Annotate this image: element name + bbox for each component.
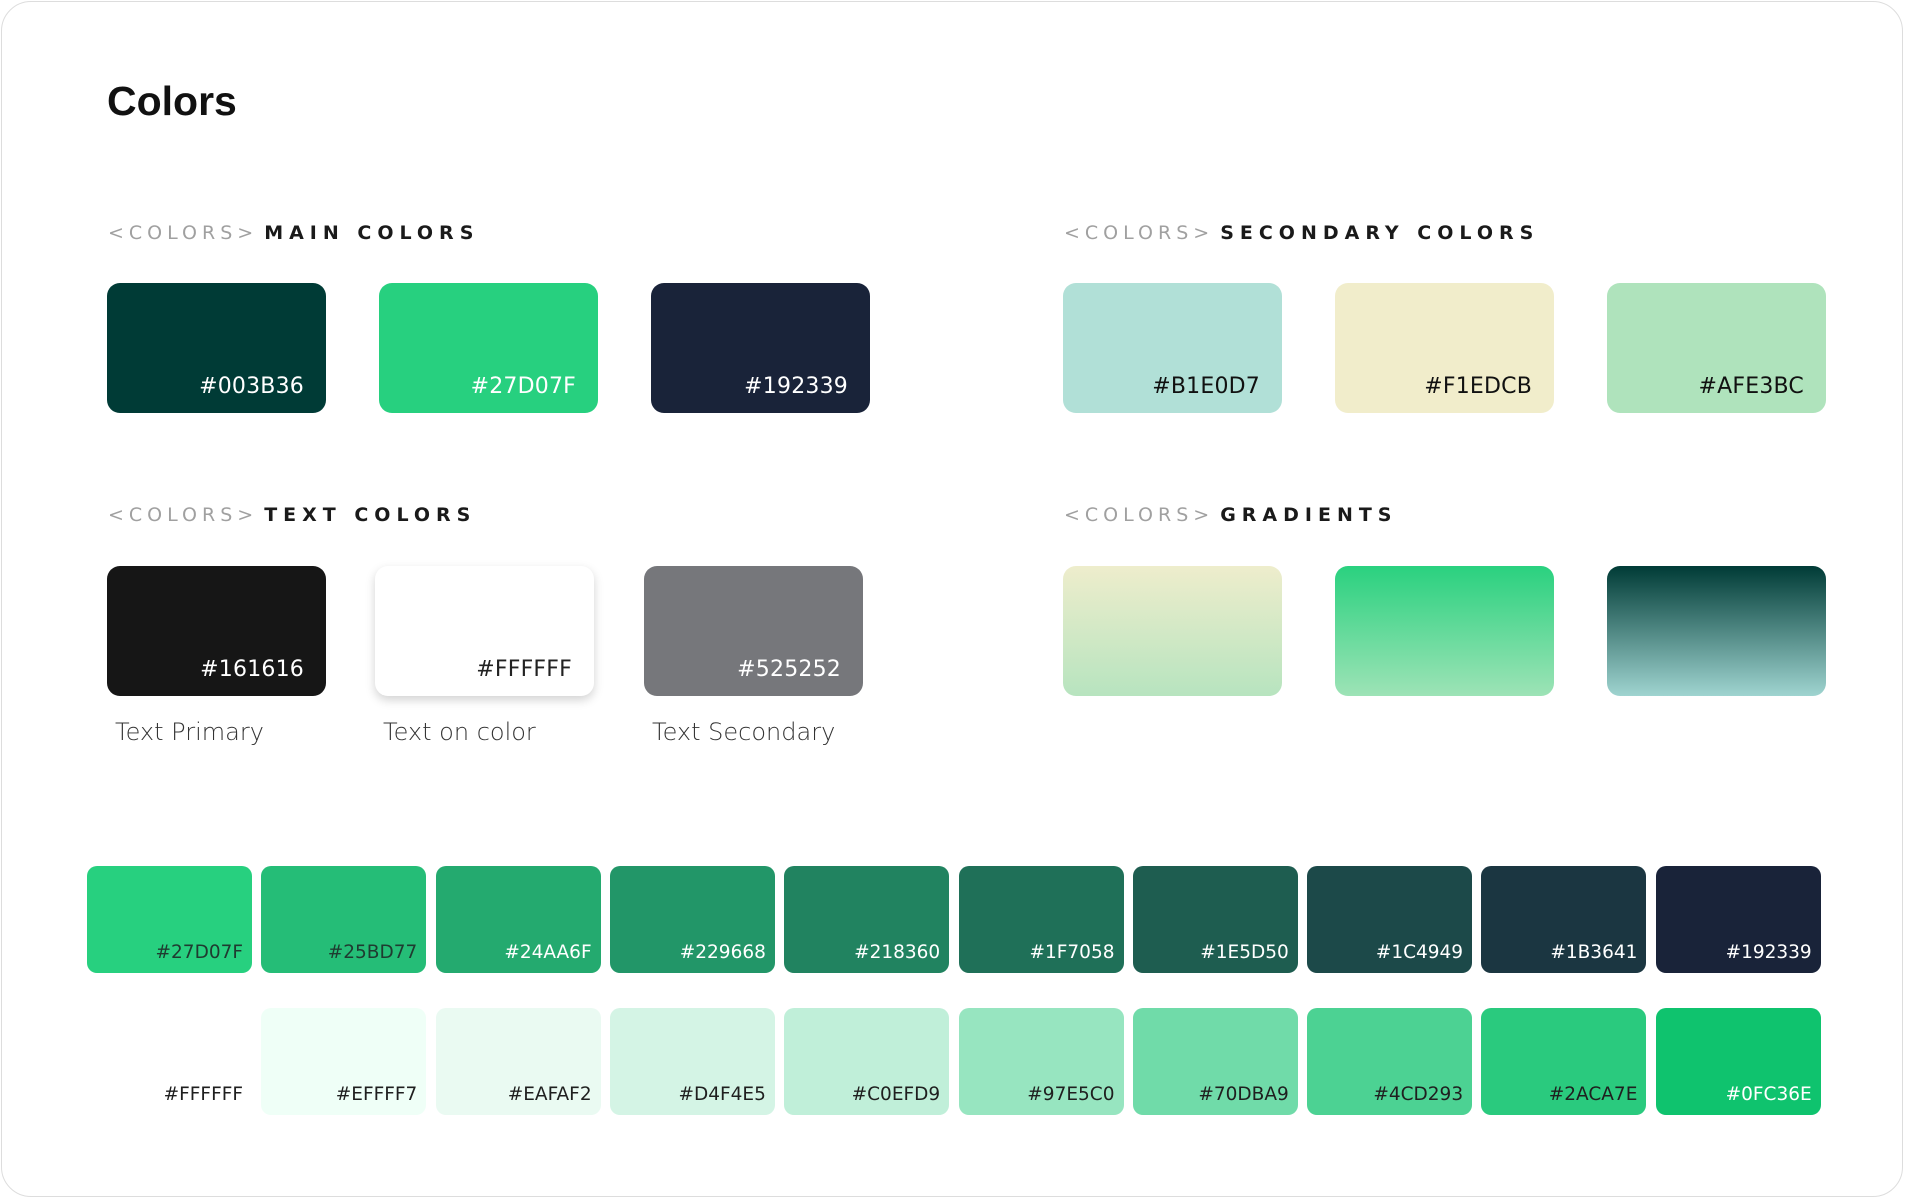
main-colors-prefix: <COLORS> [108, 222, 259, 244]
palette-hex: #D4F4E5 [678, 1084, 766, 1105]
swatch-hex: #003B36 [199, 374, 304, 399]
palette-hex: #1C4949 [1375, 942, 1464, 963]
swatch-hex: #FFFFFF [476, 657, 572, 682]
palette-tile[interactable]: #25BD77 [261, 866, 427, 973]
palette-tile[interactable]: #1E5D50 [1132, 866, 1298, 973]
text-color-swatch[interactable]: #161616 [107, 566, 326, 696]
main-colors-heading: <COLORS> MAIN COLORS [108, 218, 479, 248]
palette-tile[interactable]: #229668 [609, 866, 775, 973]
palette-hex: #218360 [854, 942, 941, 963]
palette-hex: #2ACA7E [1548, 1084, 1638, 1105]
gradients-heading: <COLORS> GRADIENTS [1064, 500, 1397, 530]
swatch-hex: #B1E0D7 [1152, 374, 1260, 399]
gradient-swatch[interactable] [1607, 566, 1826, 696]
swatch-hex: #27D07F [470, 374, 576, 399]
palette-tile[interactable]: #218360 [784, 866, 950, 973]
text-colors-prefix: <COLORS> [108, 504, 259, 526]
main-colors-title: MAIN COLORS [264, 222, 480, 244]
palette-hex: #1E5D50 [1200, 942, 1289, 963]
text-colors-heading: <COLORS> TEXT COLORS [108, 500, 476, 530]
palette-tile[interactable]: #2ACA7E [1481, 1008, 1647, 1115]
palette-tile[interactable]: #70DBA9 [1132, 1008, 1298, 1115]
secondary-colors-prefix: <COLORS> [1064, 222, 1215, 244]
main-color-swatch[interactable]: #003B36 [107, 283, 326, 413]
palette-hex: #0FC36E [1725, 1084, 1812, 1105]
main-color-swatch[interactable]: #192339 [651, 283, 870, 413]
palette-tile[interactable]: #1F7058 [958, 866, 1124, 973]
palette-tile[interactable]: #FFFFFF [87, 1008, 252, 1115]
palette-tile[interactable]: #D4F4E5 [609, 1008, 775, 1115]
secondary-color-swatch[interactable]: #B1E0D7 [1063, 283, 1282, 413]
palette-hex: #27D07F [155, 942, 243, 963]
palette-tile[interactable]: #24AA6F [435, 866, 601, 973]
palette-hex: #97E5C0 [1027, 1084, 1115, 1105]
swatch-hex: #AFE3BC [1698, 374, 1804, 399]
palette-hex: #FFFFFF [163, 1084, 243, 1105]
palette-hex: #1B3641 [1550, 942, 1638, 963]
text-color-swatch[interactable]: #525252 [644, 566, 863, 696]
palette-hex: #24AA6F [504, 942, 592, 963]
palette-hex: #25BD77 [327, 942, 418, 963]
swatch-hex: #192339 [744, 374, 848, 399]
text-color-caption: Text Primary [115, 718, 264, 746]
palette-tile[interactable]: #EFFFF7 [261, 1008, 427, 1115]
secondary-colors-title: SECONDARY COLORS [1220, 222, 1540, 244]
text-color-caption: Text Secondary [652, 718, 836, 746]
palette-tile[interactable]: #C0EFD9 [784, 1008, 950, 1115]
secondary-color-swatch[interactable]: #F1EDCB [1335, 283, 1554, 413]
palette-tile[interactable]: #97E5C0 [958, 1008, 1124, 1115]
palette-hex: #1F7058 [1029, 942, 1115, 963]
gradients-prefix: <COLORS> [1064, 504, 1215, 526]
palette-tile[interactable]: #192339 [1655, 866, 1821, 973]
gradients-title: GRADIENTS [1220, 504, 1398, 526]
page-frame: Colors <COLORS> MAIN COLORS #003B36 #27D0… [1, 1, 1903, 1197]
palette-tile[interactable]: #27D07F [87, 866, 252, 973]
palette-hex: #229668 [679, 942, 766, 963]
palette-hex: #C0EFD9 [851, 1084, 941, 1105]
palette-hex: #192339 [1725, 942, 1812, 963]
text-color-caption: Text on color [383, 718, 536, 746]
secondary-colors-heading: <COLORS> SECONDARY COLORS [1064, 218, 1539, 248]
gradient-swatch[interactable] [1063, 566, 1282, 696]
palette-hex: #70DBA9 [1198, 1084, 1289, 1105]
palette-hex: #4CD293 [1373, 1084, 1464, 1105]
palette-hex: #EFFFF7 [335, 1084, 418, 1105]
text-color-swatch[interactable]: #FFFFFF [375, 566, 594, 696]
palette-hex: #EAFAF2 [507, 1084, 592, 1105]
secondary-color-swatch[interactable]: #AFE3BC [1607, 283, 1826, 413]
swatch-hex: #525252 [737, 657, 841, 682]
swatch-hex: #F1EDCB [1424, 374, 1532, 399]
palette-tile[interactable]: #0FC36E [1655, 1008, 1821, 1115]
main-color-swatch[interactable]: #27D07F [379, 283, 598, 413]
palette-tile[interactable]: #1B3641 [1481, 866, 1647, 973]
palette-tile[interactable]: #EAFAF2 [435, 1008, 601, 1115]
palette-tile[interactable]: #4CD293 [1307, 1008, 1473, 1115]
text-colors-title: TEXT COLORS [264, 504, 477, 526]
palette-tile[interactable]: #1C4949 [1307, 866, 1473, 973]
gradient-swatch[interactable] [1335, 566, 1554, 696]
page-title: Colors [107, 78, 237, 124]
swatch-hex: #161616 [200, 657, 304, 682]
